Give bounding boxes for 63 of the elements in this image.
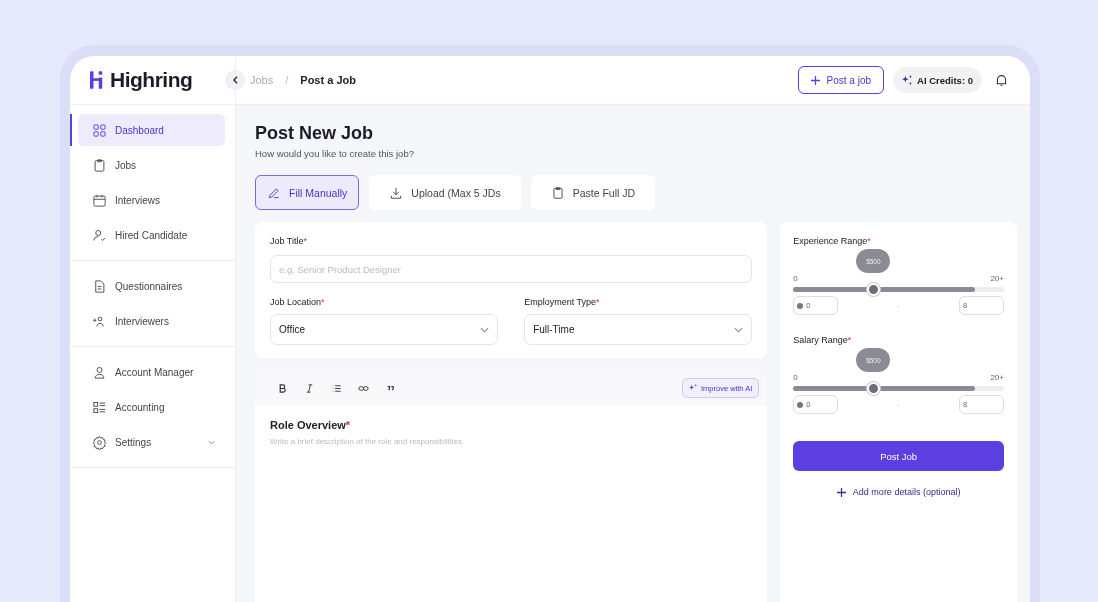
logo-icon	[90, 71, 104, 89]
user-check-icon	[92, 227, 107, 243]
document-icon	[92, 278, 107, 294]
plus-icon	[810, 75, 820, 85]
required-mark: *	[596, 297, 600, 307]
editor-heading: Role Overview	[270, 419, 346, 431]
job-location-select[interactable]: Office	[270, 314, 499, 345]
sparkle-icon	[902, 75, 913, 85]
collapse-sidebar-button[interactable]	[225, 70, 245, 90]
required-mark: *	[847, 335, 852, 345]
grid-icon	[92, 122, 107, 138]
add-more-details-link[interactable]: Add more details (optional)	[836, 487, 961, 497]
list-icon	[92, 399, 107, 415]
mode-tab[interactable]: Upload (Max 5 JDs	[369, 175, 521, 210]
settings-icon	[92, 434, 107, 450]
sidebar-item[interactable]: Settings	[78, 426, 225, 458]
clipboard-icon	[92, 157, 107, 173]
slider-handle[interactable]	[867, 382, 881, 395]
pencil-icon	[267, 185, 281, 200]
min-label: 0	[793, 274, 798, 283]
plus-icon	[836, 487, 846, 497]
sidebar-item[interactable]: Questionnaires	[78, 270, 225, 302]
field-label: Job Title	[270, 236, 304, 246]
employment-type-select[interactable]: Full-Time	[524, 314, 753, 345]
mode-tab[interactable]: Fill Manually	[255, 175, 360, 210]
post-job-button[interactable]: Post Job	[793, 441, 1004, 471]
brand-name: Highring	[110, 68, 193, 92]
page-title: Post New Job	[255, 123, 375, 144]
chevron-down-icon	[480, 326, 490, 333]
calendar-icon	[92, 192, 107, 208]
mode-tab[interactable]: Paste Full JD	[530, 175, 656, 210]
field-label: Experience Range	[793, 236, 868, 246]
breadcrumb-current: Post a Job	[300, 74, 356, 86]
field-label: Salary Range	[793, 335, 848, 345]
clipboard-icon	[550, 185, 565, 200]
chevron-down-icon	[734, 326, 744, 333]
required-mark: *	[345, 419, 351, 431]
required-mark: *	[867, 236, 871, 246]
user-icon	[92, 364, 107, 380]
range-separator: -	[897, 301, 900, 310]
sparkle-icon	[689, 384, 697, 392]
breadcrumb-separator: /	[285, 74, 289, 86]
sidebar-item[interactable]: Interviewers	[78, 305, 225, 337]
range-separator: -	[897, 400, 900, 409]
min-label: 0	[793, 373, 798, 382]
sidebar-item[interactable]: Interviews	[78, 184, 225, 216]
max-label: 20+	[990, 373, 1004, 382]
job-title-input[interactable]: e.g. Senior Product Designer	[270, 255, 753, 283]
page-subtitle: How would you like to create this job?	[255, 148, 415, 159]
ai-credits-badge: AI Credits: 0	[893, 67, 982, 93]
bell-icon[interactable]	[995, 73, 1008, 87]
download-icon	[389, 185, 404, 200]
chevron-left-icon	[232, 76, 238, 84]
required-mark: *	[321, 297, 325, 307]
bold-icon[interactable]	[277, 382, 288, 394]
max-label: 20+	[990, 274, 1004, 283]
slider-handle[interactable]	[867, 283, 881, 296]
sidebar-item[interactable]: Accounting	[78, 391, 225, 423]
sidebar-item[interactable]: Jobs	[78, 149, 225, 181]
post-job-button[interactable]: Post a job	[797, 66, 885, 94]
italic-icon[interactable]	[304, 382, 315, 394]
sidebar-item[interactable]: Hired Candidate	[78, 219, 225, 251]
sidebar-item[interactable]: Account Manager	[78, 356, 225, 388]
